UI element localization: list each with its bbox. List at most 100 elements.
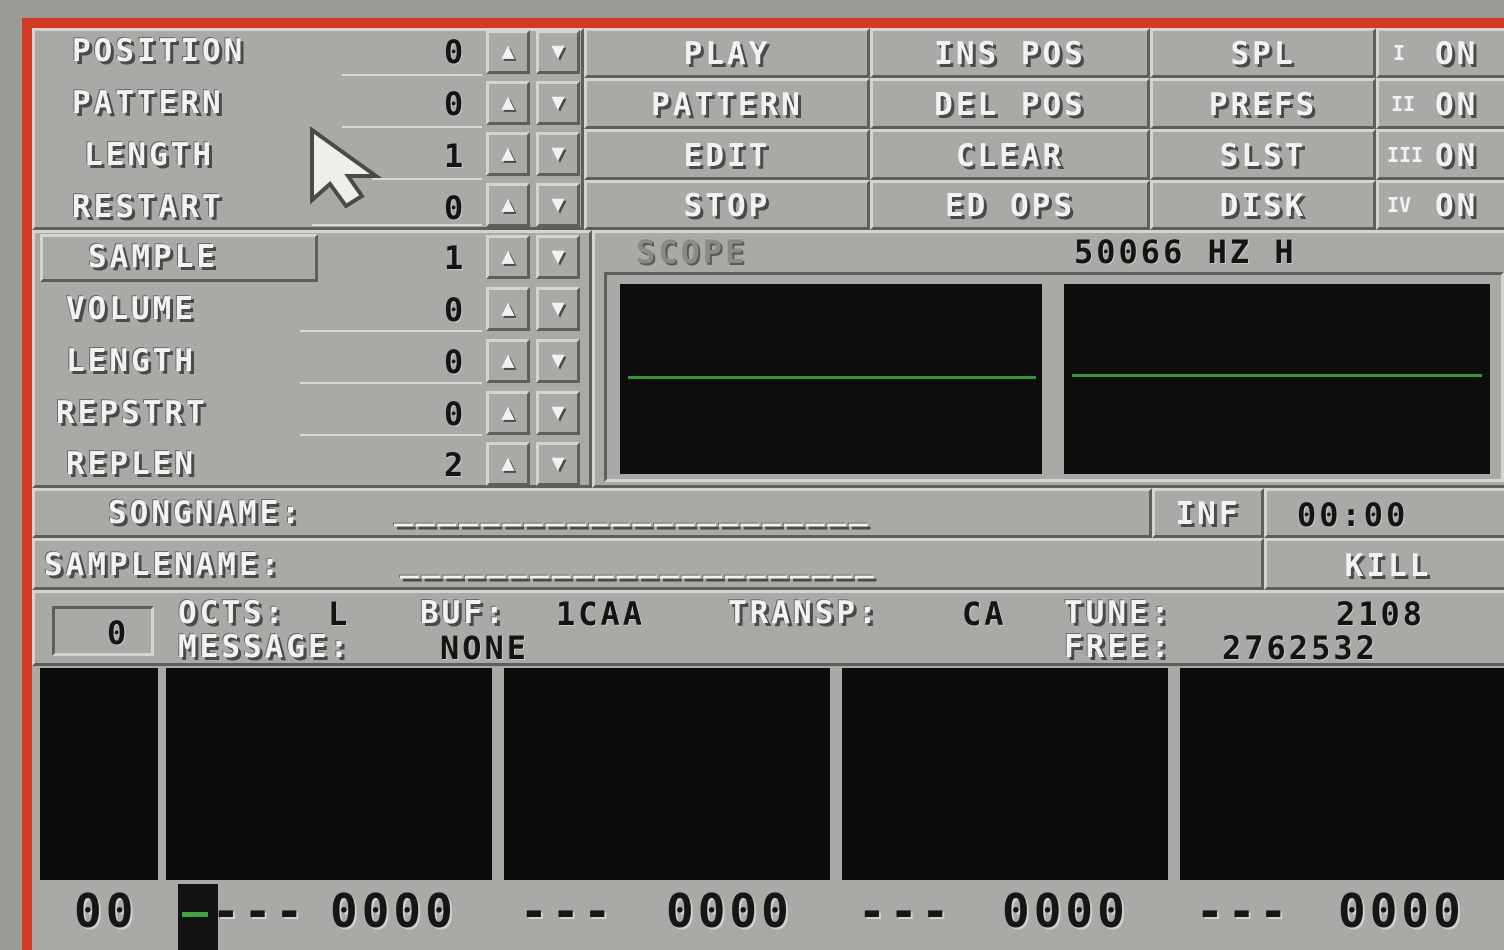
row-number: 00 — [74, 884, 138, 938]
pattern-down-button[interactable]: ▼ — [536, 81, 580, 125]
position-up-button[interactable]: ▲ — [486, 30, 530, 74]
timer-display: 00:00 — [1297, 496, 1409, 534]
spl-button[interactable]: SPL — [1150, 28, 1376, 78]
sample-length-label: LENGTH — [66, 343, 196, 379]
pattern-button[interactable]: PATTERN — [584, 78, 870, 129]
restart-up-button[interactable]: ▲ — [486, 183, 530, 227]
track-2[interactable] — [504, 668, 830, 880]
sample-length-underline — [300, 382, 482, 384]
sample-down-button[interactable]: ▼ — [536, 235, 580, 279]
ed-ops-button[interactable]: ED OPS — [870, 180, 1150, 230]
scope-right-display — [1064, 284, 1490, 474]
octs-value: L — [328, 595, 351, 633]
tune-value: 2108 — [1336, 595, 1426, 633]
track-3-value: 0000 — [1002, 884, 1129, 938]
volume-underline — [300, 330, 482, 332]
mouse-pointer-icon — [310, 126, 383, 208]
inf-button[interactable]: INF — [1152, 488, 1264, 538]
slst-button[interactable]: SLST — [1150, 129, 1376, 180]
clear-button[interactable]: CLEAR — [870, 129, 1150, 180]
channel-4-toggle[interactable]: IV ON — [1376, 180, 1504, 230]
sample-length-up-button[interactable]: ▲ — [486, 339, 530, 383]
sample-length-down-button[interactable]: ▼ — [536, 339, 580, 383]
track-1-note: --- — [212, 884, 308, 938]
track-4-note: --- — [1196, 884, 1292, 938]
length-value: 1 — [444, 137, 467, 175]
position-label: POSITION — [72, 33, 246, 69]
volume-value: 0 — [444, 291, 467, 329]
status-indicator: 0 — [107, 614, 130, 652]
scope-right-waveform — [1072, 374, 1482, 377]
pattern-label: PATTERN — [72, 85, 224, 121]
channel-2-toggle[interactable]: II ON — [1376, 78, 1504, 129]
pattern-value: 0 — [444, 85, 467, 123]
channel-3-state: ON — [1435, 138, 1479, 174]
octs-label: OCTS: — [178, 595, 287, 631]
length-up-button[interactable]: ▲ — [486, 132, 530, 176]
scope-left-waveform — [628, 376, 1036, 379]
scope-left-display — [620, 284, 1042, 474]
repstrt-underline — [300, 434, 482, 436]
buf-label: BUF: — [420, 595, 507, 631]
stop-button[interactable]: STOP — [584, 180, 870, 230]
restart-value: 0 — [444, 189, 467, 227]
replen-label: REPLEN — [66, 446, 196, 482]
prefs-button[interactable]: PREFS — [1150, 78, 1376, 129]
play-button[interactable]: PLAY — [584, 28, 870, 78]
track-3-note: --- — [858, 884, 954, 938]
sample-length-value: 0 — [444, 343, 467, 381]
repstrt-up-button[interactable]: ▲ — [486, 391, 530, 435]
position-value: 0 — [444, 33, 467, 71]
edit-button[interactable]: EDIT — [584, 129, 870, 180]
ins-pos-button[interactable]: INS POS — [870, 28, 1150, 78]
songname-label: SONGNAME: — [108, 495, 303, 531]
channel-1-toggle[interactable]: I ON — [1376, 28, 1504, 78]
restart-label: RESTART — [72, 189, 224, 225]
track-3[interactable] — [842, 668, 1168, 880]
position-down-button[interactable]: ▼ — [536, 30, 580, 74]
replen-value: 2 — [444, 446, 467, 484]
length-down-button[interactable]: ▼ — [536, 132, 580, 176]
edit-cursor-marker — [182, 912, 208, 917]
replen-down-button[interactable]: ▼ — [536, 442, 580, 486]
songname-field[interactable]: ______________________ — [394, 494, 871, 525]
track-2-note: --- — [520, 884, 616, 938]
message-label: MESSAGE: — [178, 629, 352, 665]
tune-label: TUNE: — [1064, 595, 1173, 631]
kill-button[interactable]: KILL — [1264, 538, 1504, 590]
message-value: NONE — [440, 629, 530, 667]
transp-value: CA — [962, 595, 1007, 633]
track-4[interactable] — [1180, 668, 1504, 880]
del-pos-button[interactable]: DEL POS — [870, 78, 1150, 129]
volume-label: VOLUME — [66, 291, 196, 327]
replen-up-button[interactable]: ▲ — [486, 442, 530, 486]
free-label: FREE: — [1064, 629, 1173, 665]
pattern-up-button[interactable]: ▲ — [486, 81, 530, 125]
length-label: LENGTH — [84, 137, 214, 173]
volume-up-button[interactable]: ▲ — [486, 287, 530, 331]
repstrt-label: REPSTRT — [56, 395, 208, 431]
scope-frequency: 50066 HZ H — [1074, 233, 1297, 271]
free-value: 2762532 — [1222, 629, 1378, 667]
position-underline — [342, 74, 482, 76]
transp-label: TRANSP: — [728, 595, 880, 631]
track-4-value: 0000 — [1338, 884, 1465, 938]
sample-up-button[interactable]: ▲ — [486, 235, 530, 279]
restart-down-button[interactable]: ▼ — [536, 183, 580, 227]
track-1[interactable] — [166, 668, 492, 880]
scope-label: SCOPE — [636, 233, 748, 271]
disk-button[interactable]: DISK — [1150, 180, 1376, 230]
repstrt-down-button[interactable]: ▼ — [536, 391, 580, 435]
channel-3-number: III — [1387, 143, 1424, 167]
volume-down-button[interactable]: ▼ — [536, 287, 580, 331]
channel-3-toggle[interactable]: III ON — [1376, 129, 1504, 180]
timer-box: 00:00 — [1264, 488, 1504, 538]
row-number-column — [40, 668, 158, 880]
status-indicator-box: 0 — [52, 606, 154, 656]
samplename-field[interactable]: ______________________ — [400, 546, 877, 577]
channel-2-state: ON — [1435, 87, 1479, 123]
sample-value: 1 — [444, 239, 467, 277]
channel-1-number: I — [1393, 41, 1406, 65]
samplename-label: SAMPLENAME: — [44, 547, 283, 583]
channel-2-number: II — [1391, 92, 1416, 116]
